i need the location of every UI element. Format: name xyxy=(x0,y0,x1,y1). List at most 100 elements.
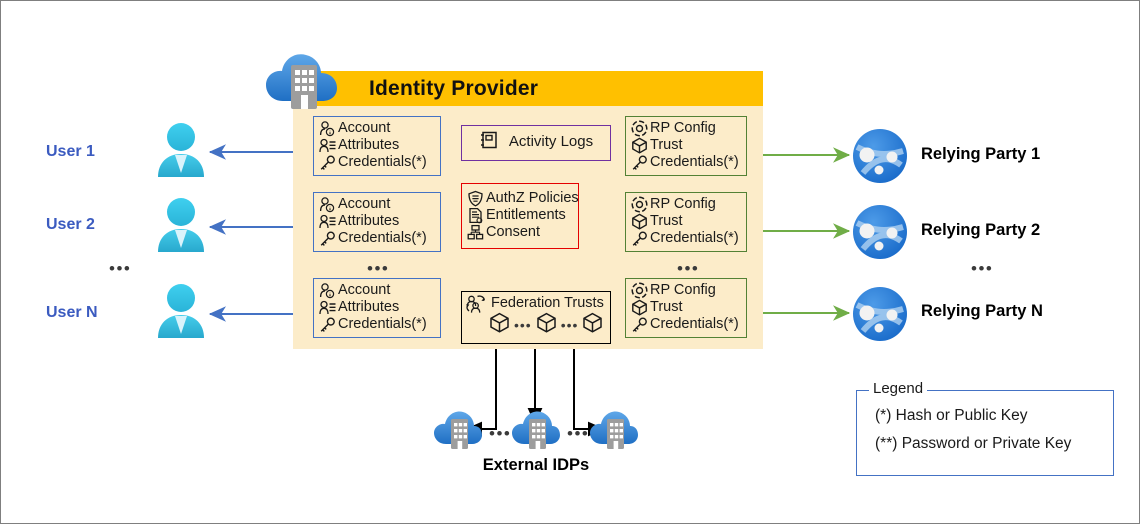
trust-label-n: Trust xyxy=(650,298,683,315)
legend-title: Legend xyxy=(869,380,928,397)
authz-row-policies: AuthZ Policies xyxy=(466,190,579,207)
key-icon xyxy=(318,316,337,333)
logbook-icon xyxy=(479,130,501,155)
person-info-icon xyxy=(318,196,337,213)
account-box-1[interactable]: Account Attributes Credentials(*) xyxy=(313,116,441,176)
account-row-attributes: Attributes xyxy=(318,137,436,154)
relying-party-icon-1 xyxy=(851,127,909,190)
relying-party-icon-n xyxy=(851,285,909,348)
rp-credentials-label-1: Credentials(*) xyxy=(650,153,739,170)
key-icon xyxy=(630,230,649,247)
federation-trusts-label: Federation Trusts xyxy=(491,295,604,312)
rp-config-box-1[interactable]: RP Config Trust Credentials(*) xyxy=(625,116,747,176)
trust-cube-icon-1 xyxy=(489,312,510,339)
identity-provider-header: Identity Provider xyxy=(293,71,763,106)
diagram-canvas: Identity Provider User 1 User 2 ••• User… xyxy=(0,0,1140,524)
rpconfig-row-credentials: Credentials(*) xyxy=(630,230,742,247)
trust-label-2: Trust xyxy=(650,212,683,229)
person-list-icon xyxy=(318,137,337,154)
account-row-account: Account xyxy=(318,196,436,213)
user-label-n: User N xyxy=(46,304,98,321)
key-icon xyxy=(630,316,649,333)
person-list-icon xyxy=(318,213,337,230)
rp-config-label-n: RP Config xyxy=(650,281,716,298)
person-info-icon xyxy=(318,282,337,299)
account-box-2[interactable]: Account Attributes Credentials(*) xyxy=(313,192,441,252)
external-idp-icon-2 xyxy=(511,406,561,457)
user-label-1: User 1 xyxy=(46,143,95,160)
account-label-1: Account xyxy=(338,119,391,136)
rpconfig-row-trust: Trust xyxy=(630,137,742,154)
trust-label-1: Trust xyxy=(650,136,683,153)
authz-policies-label: AuthZ Policies xyxy=(486,189,579,206)
account-row-credentials: Credentials(*) xyxy=(318,154,436,171)
account-row-attributes: Attributes xyxy=(318,213,436,230)
authz-row-entitlements: Entitlements xyxy=(466,207,574,224)
rp-configs-ellipsis: ••• xyxy=(677,259,700,278)
external-idp-icon-1 xyxy=(433,406,483,457)
external-idps-ellipsis-1: ••• xyxy=(489,424,512,443)
attributes-label-n: Attributes xyxy=(338,298,400,315)
rp-config-label-1: RP Config xyxy=(650,119,716,136)
account-label-n: Account xyxy=(338,281,391,298)
key-icon xyxy=(318,230,337,247)
relying-parties-ellipsis: ••• xyxy=(971,259,994,278)
legend-row-2: (**) Password or Private Key xyxy=(875,435,1072,452)
relying-party-label-1: Relying Party 1 xyxy=(921,145,1041,163)
rpconfig-row-config: RP Config xyxy=(630,120,742,137)
rp-config-box-2[interactable]: RP Config Trust Credentials(*) xyxy=(625,192,747,252)
rpconfig-row-config: RP Config xyxy=(630,282,742,299)
cube-icon xyxy=(630,213,649,230)
rpconfig-row-trust: Trust xyxy=(630,299,742,316)
credentials-label-1: Credentials(*) xyxy=(338,153,427,170)
activity-logs-box[interactable]: Activity Logs xyxy=(461,125,611,161)
rpconfig-row-credentials: Credentials(*) xyxy=(630,154,742,171)
federation-ellipsis-1: ••• xyxy=(514,317,532,333)
person-info-icon xyxy=(318,120,337,137)
account-label-2: Account xyxy=(338,195,391,212)
federation-trusts-box[interactable]: Federation Trusts ••• ••• xyxy=(461,291,611,344)
user-avatar-2 xyxy=(153,196,209,263)
rpconfig-row-trust: Trust xyxy=(630,213,742,230)
document-icon xyxy=(466,207,485,224)
external-idps-ellipsis-2: ••• xyxy=(567,424,590,443)
trust-cube-icon-3 xyxy=(582,312,603,339)
page-title: Identity Provider xyxy=(369,76,539,100)
entitlements-label: Entitlements xyxy=(486,206,566,223)
org-chart-icon xyxy=(466,224,485,241)
account-box-n[interactable]: Account Attributes Credentials(*) xyxy=(313,278,441,338)
federation-header-row: Federation Trusts xyxy=(465,294,607,313)
credentials-label-2: Credentials(*) xyxy=(338,229,427,246)
credentials-label-n: Credentials(*) xyxy=(338,315,427,332)
attributes-label-1: Attributes xyxy=(338,136,400,153)
person-list-icon xyxy=(318,299,337,316)
account-row-account: Account xyxy=(318,282,436,299)
shield-icon xyxy=(466,190,485,207)
rp-credentials-label-n: Credentials(*) xyxy=(650,315,739,332)
authz-row-consent: Consent xyxy=(466,224,574,241)
rp-config-label-2: RP Config xyxy=(650,195,716,212)
activity-logs-label: Activity Logs xyxy=(508,133,594,151)
relying-party-label-n: Relying Party N xyxy=(921,302,1043,320)
accounts-ellipsis: ••• xyxy=(367,259,390,278)
rpconfig-row-config: RP Config xyxy=(630,196,742,213)
people-sync-icon xyxy=(465,294,490,313)
gear-icon xyxy=(630,120,649,137)
cube-icon xyxy=(630,299,649,316)
authz-policies-box[interactable]: AuthZ Policies Entitlements Consent xyxy=(461,183,579,249)
relying-party-icon-2 xyxy=(851,203,909,266)
user-avatar-1 xyxy=(153,121,209,188)
legend-box: Legend (*) Hash or Public Key (**) Passw… xyxy=(856,380,1114,476)
key-icon xyxy=(318,154,337,171)
trust-cube-icon-2 xyxy=(536,312,557,339)
key-icon xyxy=(630,154,649,171)
attributes-label-2: Attributes xyxy=(338,212,400,229)
consent-label: Consent xyxy=(486,223,541,240)
rp-config-box-n[interactable]: RP Config Trust Credentials(*) xyxy=(625,278,747,338)
account-row-attributes: Attributes xyxy=(318,299,436,316)
account-row-credentials: Credentials(*) xyxy=(318,316,436,333)
account-row-credentials: Credentials(*) xyxy=(318,230,436,247)
legend-row-1: (*) Hash or Public Key xyxy=(875,407,1028,424)
external-idps-label: External IDPs xyxy=(482,456,590,474)
identity-provider-cloud-icon xyxy=(263,45,343,113)
